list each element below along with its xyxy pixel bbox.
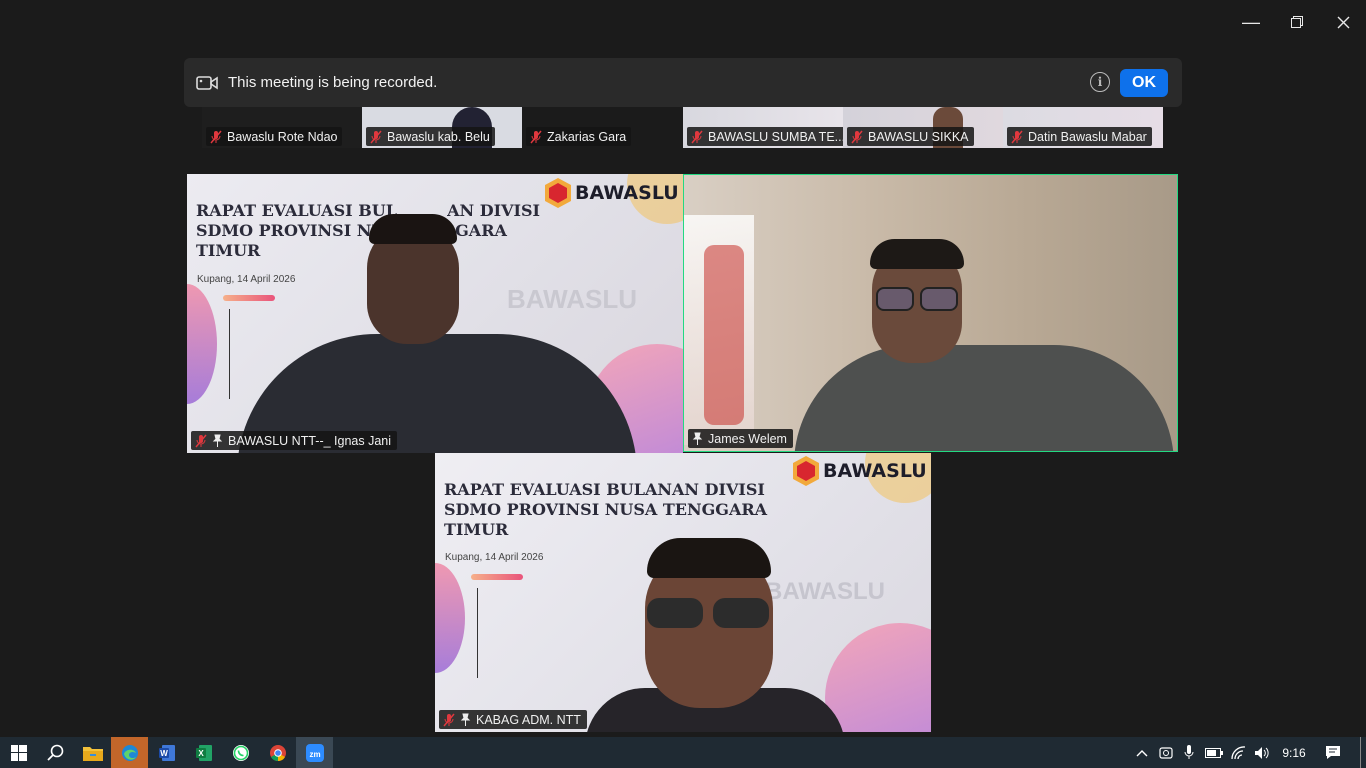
zoom-icon: zm [305,743,324,762]
battery-icon [1205,747,1223,758]
file-explorer-button[interactable] [74,737,111,768]
mic-muted-icon [195,434,207,447]
participant-label: BAWASLU SUMBA TE... [687,127,843,146]
whatsapp-button[interactable] [222,737,259,768]
pin-icon [692,432,703,445]
participant-label: BAWASLU SIKKA [847,127,974,146]
thumbnail-video[interactable]: BAWASLU SUMBA TE... [683,107,843,148]
bawaslu-logo-icon [793,456,819,486]
wifi-tray-button[interactable] [1229,737,1249,768]
bawaslu-logo: BAWASLU [545,178,679,208]
camera-tray-button[interactable] [1157,737,1175,768]
notifications-button[interactable] [1322,737,1344,768]
folder-icon [82,746,103,761]
mic-muted-icon [210,130,222,143]
participant-label: James Welem [688,429,793,448]
minimize-button[interactable]: — [1237,8,1265,36]
svg-text:zm: zm [309,750,320,759]
zoom-button[interactable]: zm [296,737,333,768]
thumbnail-video[interactable]: Datin Bawaslu Mabar [1003,107,1163,148]
participant-label: Bawaslu Rote Ndao [206,127,343,146]
thumbnail-video[interactable]: BAWASLU SIKKA [843,107,1003,148]
restore-button[interactable] [1283,8,1311,36]
close-button[interactable] [1329,8,1357,36]
start-button[interactable] [0,737,37,768]
participant-label: Bawaslu kab. Belu [366,127,495,146]
mic-muted-icon [691,130,703,143]
bawaslu-logo-icon [545,178,571,208]
windows-icon [10,744,27,761]
close-icon [1337,16,1349,28]
edge-button[interactable] [111,737,148,768]
chrome-button[interactable] [259,737,296,768]
thumbnail-video[interactable]: Zakarias Gara [522,107,682,148]
ok-button[interactable]: OK [1120,69,1168,97]
excel-icon: X [195,744,212,761]
mic-muted-icon [851,130,863,143]
video-tile-bottom[interactable]: BAWASLU BAWASLU RAPAT EVALUASI BULANAN D… [435,453,931,732]
clock[interactable]: 9:16 [1276,737,1312,768]
pin-icon [212,434,223,447]
excel-button[interactable]: X [185,737,222,768]
chevron-up-icon [1136,749,1148,756]
battery-tray-button[interactable] [1203,737,1225,768]
participant-label: KABAG ADM. NTT [439,710,587,729]
mic-muted-icon [530,130,542,143]
participant-video [784,235,1177,451]
mic-muted-icon [370,130,382,143]
bawaslu-logo: BAWASLU [793,456,927,486]
show-desktop-button[interactable] [1360,737,1361,768]
volume-tray-button[interactable] [1252,737,1272,768]
word-button[interactable]: W [148,737,185,768]
recording-message: This meeting is being recorded. [228,74,438,91]
participant-video [237,214,637,453]
participant-video [585,538,845,732]
whatsapp-icon [232,744,249,761]
word-icon: W [158,744,175,761]
microphone-tray-button[interactable] [1180,737,1198,768]
search-button[interactable] [37,737,74,768]
microphone-icon [1184,745,1194,759]
chrome-icon [269,744,286,761]
recording-banner: This meeting is being recorded. i OK [184,58,1182,107]
notification-icon [1326,746,1340,759]
video-camera-icon [196,75,218,90]
mic-muted-icon [1011,130,1023,143]
restore-icon [1291,16,1303,28]
participant-label: Datin Bawaslu Mabar [1007,127,1152,146]
pin-icon [460,713,471,726]
slide-date: Kupang, 14 April 2026 [445,552,544,563]
thumbnail-video[interactable]: Bawaslu kab. Belu [362,107,522,148]
video-tile-active-speaker[interactable]: James Welem [683,174,1178,452]
show-hidden-icons-button[interactable] [1133,737,1151,768]
svg-text:X: X [198,749,204,758]
thumbnail-video[interactable]: Bawaslu Rote Ndao [202,107,362,148]
svg-text:W: W [160,749,168,758]
camera-icon [1159,746,1173,759]
slide-title: RAPAT EVALUASI BULANAN DIVISI SDMO PROVI… [444,480,768,539]
taskbar: W X zm 9:16 [0,737,1366,768]
search-icon [47,744,64,761]
video-tile-left[interactable]: BAWASLU BAWASLU RAPAT EVALUASI BUL AN DI… [187,174,683,453]
speaker-icon [1255,746,1269,759]
mic-muted-icon [443,713,455,726]
participant-label: BAWASLU NTT--_ Ignas Jani [191,431,398,450]
participant-label: Zakarias Gara [526,127,632,146]
edge-icon [121,744,138,761]
wifi-icon [1231,745,1246,759]
info-icon[interactable]: i [1090,72,1110,92]
